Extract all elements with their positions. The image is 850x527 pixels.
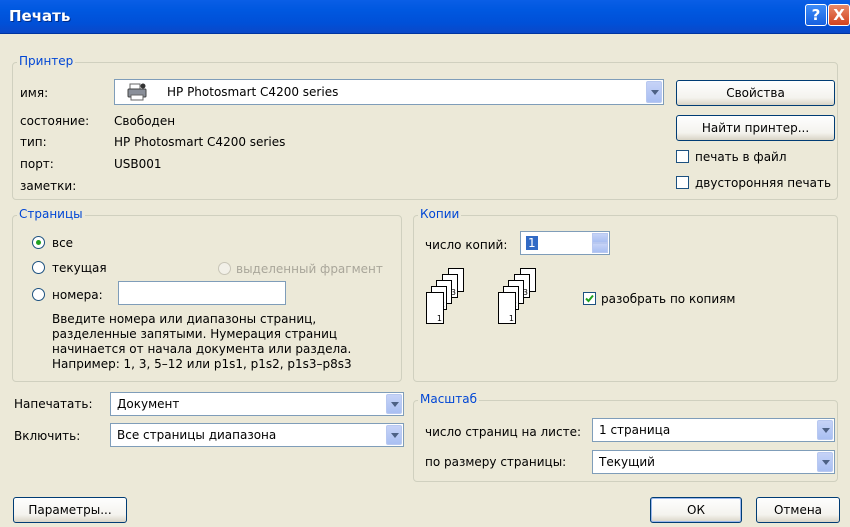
close-button[interactable]: X <box>828 4 850 26</box>
page-number: 1 <box>508 314 514 323</box>
ok-button[interactable]: ОК <box>650 497 742 523</box>
ok-button-label: ОК <box>687 503 705 517</box>
pages-numbers-radio[interactable] <box>32 288 45 301</box>
copies-count-label: число копий: <box>425 238 508 252</box>
title-bar <box>0 0 850 34</box>
check-icon <box>585 294 594 303</box>
options-button[interactable]: Параметры... <box>13 497 127 523</box>
collate-stack-icon: 3 2 1 <box>426 268 476 334</box>
port-value: USB001 <box>114 157 162 171</box>
chevron-down-icon[interactable] <box>817 452 833 472</box>
pages-hint-line: Например: 1, 3, 5–12 или p1s1, p1s2, p1s… <box>52 357 352 371</box>
pages-per-sheet-value: 1 страница <box>599 423 671 437</box>
pages-per-sheet-select[interactable]: 1 страница <box>592 418 835 442</box>
type-value: HP Photosmart C4200 series <box>114 135 286 149</box>
type-label: тип: <box>20 135 47 149</box>
properties-button[interactable]: Свойства <box>676 80 835 106</box>
print-what-value: Документ <box>117 397 180 411</box>
chevron-down-icon[interactable] <box>386 394 402 414</box>
chevron-down-icon[interactable] <box>646 81 662 103</box>
cancel-button-label: Отмена <box>773 503 823 517</box>
copies-count-value[interactable]: 1 <box>526 236 538 250</box>
fit-to-page-value: Текущий <box>599 455 655 469</box>
spinner-down-icon[interactable] <box>592 243 608 253</box>
pages-hint-line: начинается от начала документа или разде… <box>52 342 352 356</box>
include-label: Включить: <box>14 429 81 443</box>
pages-hint-line: разделенные запятыми. Нумерация страниц <box>52 327 338 341</box>
pages-all-label[interactable]: все <box>52 236 73 250</box>
options-button-label: Параметры... <box>28 503 112 517</box>
pages-numbers-label[interactable]: номера: <box>52 288 103 302</box>
chevron-down-icon[interactable] <box>386 425 402 445</box>
window-title: Печать <box>9 7 71 25</box>
print-what-select[interactable]: Документ <box>110 392 404 416</box>
printer-select[interactable]: HP Photosmart C4200 series <box>114 79 664 105</box>
pages-hint-line: Введите номера или диапазоны страниц, <box>52 312 317 326</box>
printer-legend: Принтер <box>17 54 76 68</box>
duplex-label[interactable]: двусторонняя печать <box>695 176 831 190</box>
help-button[interactable]: ? <box>805 4 827 26</box>
pages-selection-label: выделенный фрагмент <box>236 262 383 276</box>
page-icon: 1 <box>498 292 516 324</box>
pages-per-sheet-label: число страниц на листе: <box>425 425 581 439</box>
chevron-down-icon[interactable] <box>817 420 833 440</box>
duplex-checkbox[interactable] <box>676 176 689 189</box>
page-icon: 1 <box>426 292 444 324</box>
status-label: состояние: <box>20 114 90 128</box>
pages-selection-radio[interactable] <box>218 262 231 275</box>
include-select[interactable]: Все страницы диапазона <box>110 423 404 447</box>
printer-select-value: HP Photosmart C4200 series <box>167 85 339 99</box>
pages-all-radio[interactable] <box>32 236 45 249</box>
fit-to-page-label: по размеру страницы: <box>425 455 567 469</box>
pages-current-label[interactable]: текущая <box>52 261 107 275</box>
printer-name-label: имя: <box>20 86 49 100</box>
cancel-button[interactable]: Отмена <box>756 497 840 523</box>
include-value: Все страницы диапазона <box>117 428 277 442</box>
port-label: порт: <box>20 157 54 171</box>
collate-stack-icon: 3 2 1 <box>498 268 548 334</box>
print-to-file-label[interactable]: печать в файл <box>695 150 787 164</box>
find-printer-button-label: Найти принтер... <box>701 121 810 135</box>
status-value: Свободен <box>114 114 176 128</box>
print-to-file-checkbox[interactable] <box>676 150 689 163</box>
scale-legend: Масштаб <box>418 392 480 406</box>
fit-to-page-select[interactable]: Текущий <box>592 450 835 474</box>
pages-legend: Страницы <box>17 207 85 221</box>
copies-count-spinner[interactable]: 1 <box>520 231 610 255</box>
pages-current-radio[interactable] <box>32 261 45 274</box>
copies-legend: Копии <box>418 207 462 221</box>
pages-hint: Введите номера или диапазоны страниц, ра… <box>52 312 352 372</box>
notes-label: заметки: <box>20 179 77 193</box>
find-printer-button[interactable]: Найти принтер... <box>676 115 835 141</box>
collate-checkbox[interactable] <box>583 292 596 305</box>
pages-numbers-input[interactable] <box>118 281 286 305</box>
print-what-label: Напечатать: <box>14 397 93 411</box>
collate-label[interactable]: разобрать по копиям <box>601 292 735 306</box>
spinner-up-icon[interactable] <box>592 233 608 243</box>
properties-button-label: Свойства <box>726 86 785 100</box>
page-number: 1 <box>436 314 442 323</box>
printer-icon <box>127 83 147 101</box>
